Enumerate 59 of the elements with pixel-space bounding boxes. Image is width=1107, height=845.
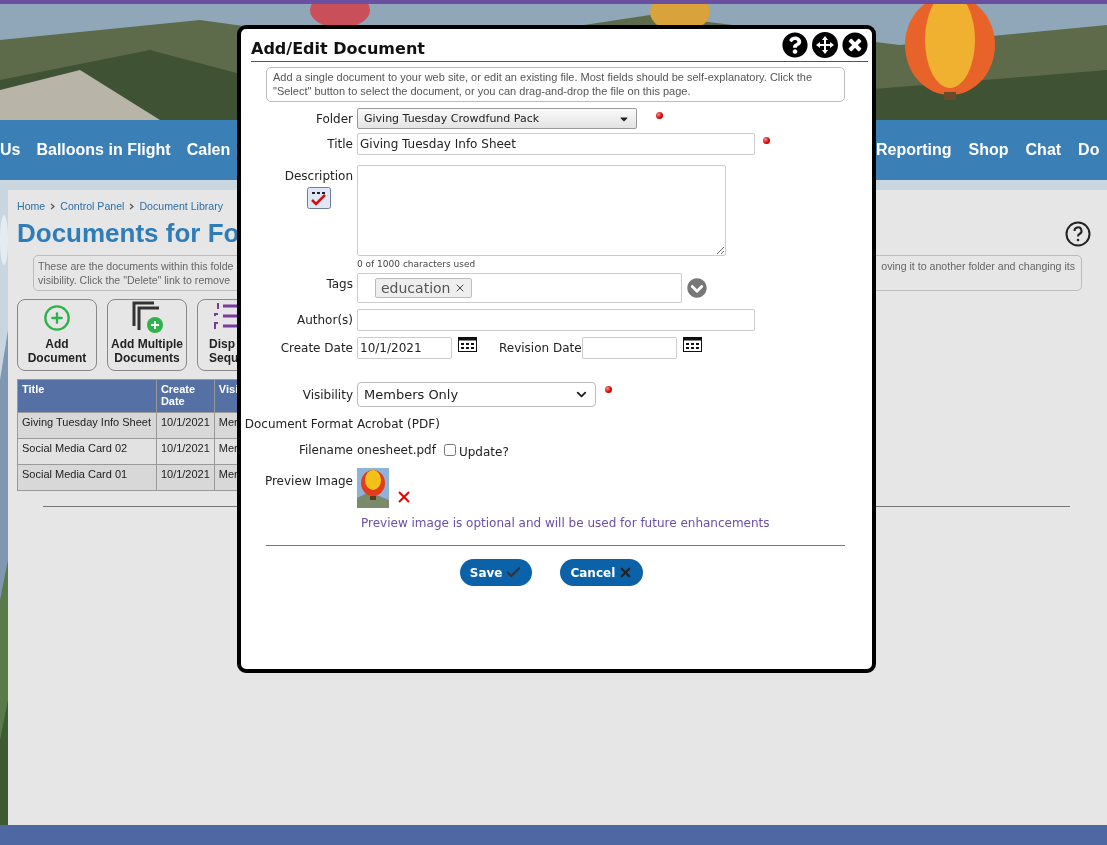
nav-link[interactable]: Chat [1025,141,1062,159]
calendar-icon[interactable] [458,337,477,352]
checkbox-label: Update? [458,445,509,459]
nav-link[interactable]: Us [0,141,21,159]
help-icon[interactable] [782,31,808,58]
dialog-title: Add/Edit Document [251,39,425,58]
info-text: These are the documents within this folde visibility. Click the "Delete" link to remove [38,259,234,287]
nav-link[interactable]: Balloons in Flight [36,141,171,159]
table-cell: Giving Tuesday Info Sheet [17,412,157,439]
info-text: oving it to another folder and changing its [881,259,1075,273]
nav-link[interactable]: Calen [186,141,231,159]
cancel-button[interactable]: Cancel [560,559,644,586]
nav-link[interactable]: Shop [968,141,1009,159]
description-field[interactable] [357,165,726,256]
format-value: Acrobat (PDF) [357,417,440,431]
date-field[interactable]: 10/1/2021 [357,337,452,359]
help-icon[interactable] [1065,220,1091,247]
title-field[interactable]: Giving Tuesday Info Sheet [357,133,755,155]
tags-field[interactable]: education [357,273,682,303]
field-label: Author(s) [297,313,353,327]
toolbar-button[interactable]: Add Multiple Documents [107,299,187,371]
field-label: Tags [326,277,353,291]
date-field[interactable] [581,337,677,359]
field-label: Description [284,169,353,183]
move-icon[interactable] [812,31,838,58]
field-label: Preview Image [264,474,353,488]
table-cell: Social Media Card 01 [17,464,157,491]
filename-value: onesheet.pdf [357,443,436,457]
breadcrumb-link[interactable]: Home [17,200,46,212]
page-title: Documents for Fo [17,218,240,249]
folder-dropdown[interactable]: Giving Tuesday Crowdfund Pack [357,108,637,129]
field-label: Revision Date [499,341,582,355]
field-label: Title [327,137,353,151]
authors-field[interactable] [357,309,755,331]
chevron-down-icon[interactable] [687,278,707,298]
table-cell: Social Media Card 02 [17,438,157,465]
documents-add-icon [130,300,164,334]
field-label: Create Date [280,341,353,355]
toolbar-button[interactable]: Add Document [17,299,97,371]
spellcheck-icon[interactable] [307,187,331,209]
visibility-dropdown[interactable]: Members Only [357,382,596,407]
save-button[interactable]: Save [459,559,533,586]
nav-link[interactable]: Do [1078,141,1100,159]
close-icon[interactable] [842,31,868,58]
column-header: Create Date [156,379,215,413]
dialog-intro: Add a single document to your web site, or edit an existing file. Most fields should be self-explanatory. Click the "Select" button to select the document, or you can drag-and-drop the file on this page. [266,67,845,102]
tag-chip[interactable]: education [375,278,473,298]
character-counter: 0 of 1000 characters used [357,259,477,269]
field-label: Filename [298,443,353,457]
field-label: Visibility [302,387,353,402]
field-label: Folder [315,111,353,126]
preview-note: Preview image is optional and will be used for future enhancements [361,516,771,530]
nav-link[interactable]: Reporting [876,141,952,159]
update-checkbox[interactable] [443,444,456,456]
calendar-icon[interactable] [682,337,702,352]
breadcrumb-link[interactable]: Document Library [139,200,224,212]
column-header: Title [17,379,157,413]
breadcrumb-link[interactable]: Control Panel [60,200,125,212]
add-icon [43,304,71,332]
